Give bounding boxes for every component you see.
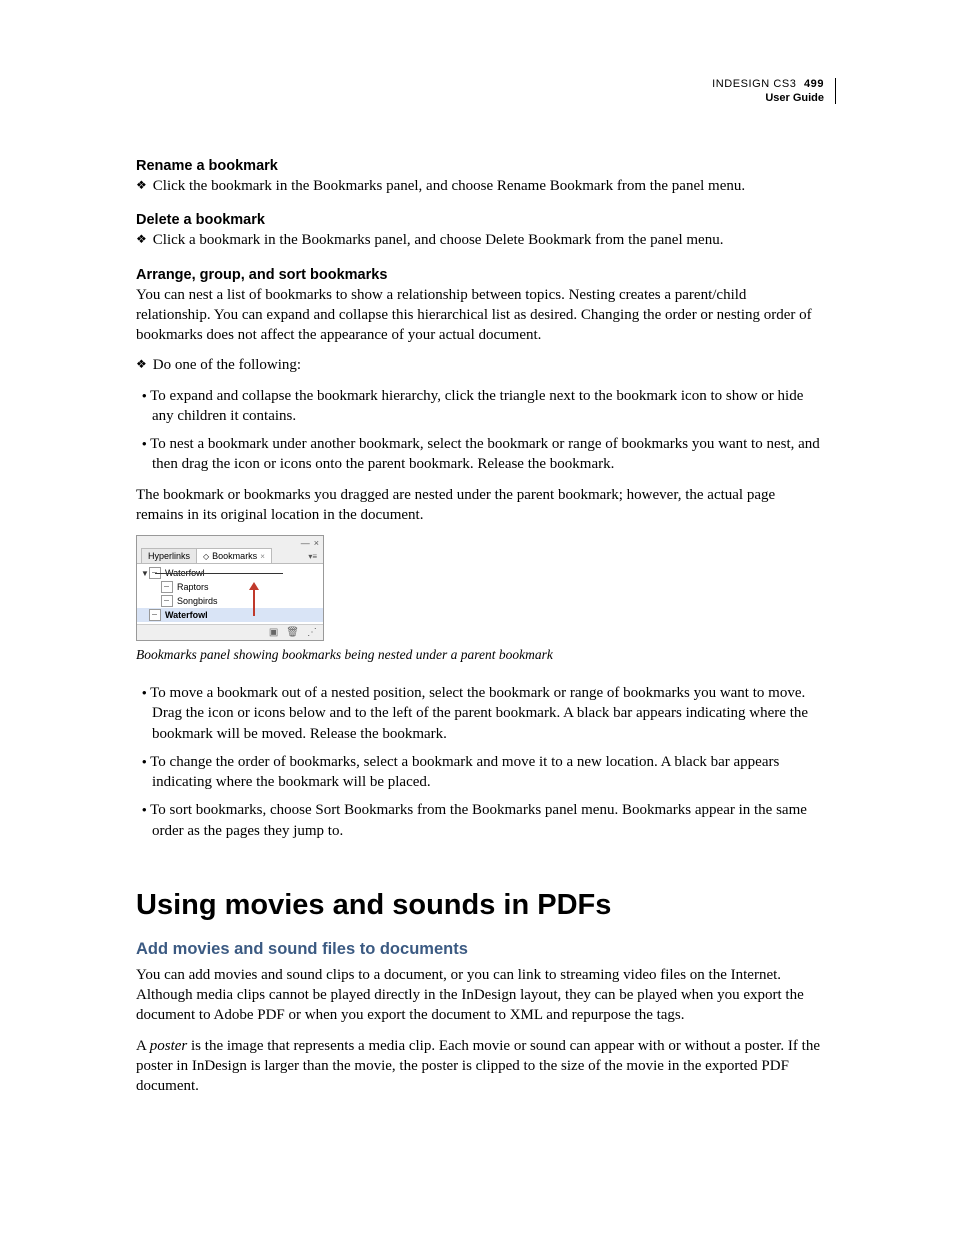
- movies-p2b: is the image that represents a media cli…: [136, 1038, 820, 1095]
- panel-resize-icon: ⋰: [307, 627, 317, 638]
- drag-indicator-line: [155, 573, 283, 574]
- bookmark-label: Songbirds: [177, 596, 218, 606]
- arrange-bullets-a: To expand and collapse the bookmark hier…: [136, 386, 824, 475]
- heading-delete-bookmark: Delete a bookmark: [136, 212, 824, 228]
- tab-bookmarks: ◇ Bookmarks ×: [196, 548, 272, 563]
- close-icon: ×: [314, 538, 319, 548]
- figure-caption: Bookmarks panel showing bookmarks being …: [136, 647, 824, 663]
- bookmark-row-parent: ▼ Waterfowl: [137, 566, 323, 580]
- page-content: Rename a bookmark ❖ Click the bookmark in…: [136, 158, 824, 1096]
- disclosure-triangle-icon: ▼: [141, 569, 149, 578]
- figure-bookmarks-panel: — × Hyperlinks ◇ Bookmarks × ▾≡ ▼: [136, 535, 324, 641]
- panel-body: ▼ Waterfowl Raptors Songbirds Waterfowl: [137, 564, 323, 624]
- bookmark-icon: [149, 609, 161, 621]
- delete-bookmark-icon: 🗑: [286, 627, 299, 638]
- header-subtitle: User Guide: [712, 92, 824, 106]
- page-number: 499: [804, 78, 824, 90]
- list-item: To change the order of bookmarks, select…: [136, 752, 824, 793]
- page: INDESIGN CS3 499 User Guide Rename a boo…: [0, 0, 954, 1235]
- tab-link-icon: ◇: [203, 552, 209, 561]
- subheading-add-movies: Add movies and sound files to documents: [136, 940, 824, 959]
- arrange-intro: You can nest a list of bookmarks to show…: [136, 285, 824, 346]
- movies-p2a: A: [136, 1038, 150, 1054]
- running-header: INDESIGN CS3 499 User Guide: [712, 78, 824, 106]
- list-item: To nest a bookmark under another bookmar…: [136, 434, 824, 475]
- bookmark-icon: [161, 581, 173, 593]
- step-delete-text: Click a bookmark in the Bookmarks panel,…: [153, 232, 724, 248]
- tab-hyperlinks-label: Hyperlinks: [148, 551, 190, 561]
- list-item: To move a bookmark out of a nested posit…: [136, 683, 824, 744]
- diamond-bullet-icon: ❖: [136, 178, 147, 192]
- panel-window-controls: — ×: [137, 536, 323, 548]
- product-name: INDESIGN CS3: [712, 78, 796, 90]
- new-bookmark-icon: ▣: [269, 627, 278, 638]
- bookmark-row-child: Songbirds: [137, 594, 323, 608]
- tab-close-icon: ×: [260, 552, 265, 561]
- movies-p1: You can add movies and sound clips to a …: [136, 965, 824, 1026]
- heading-arrange-bookmarks: Arrange, group, and sort bookmarks: [136, 267, 824, 283]
- bookmark-row-child: Raptors: [137, 580, 323, 594]
- step-rename-text: Click the bookmark in the Bookmarks pane…: [153, 178, 745, 194]
- do-one-text: Do one of the following:: [153, 357, 301, 373]
- panel-tabs: Hyperlinks ◇ Bookmarks × ▾≡: [137, 548, 323, 564]
- diamond-bullet-icon: ❖: [136, 232, 147, 246]
- bookmark-row-selected: Waterfowl: [137, 608, 323, 622]
- minimize-icon: —: [301, 538, 310, 548]
- bookmark-label: Raptors: [177, 582, 209, 592]
- list-item: To expand and collapse the bookmark hier…: [136, 386, 824, 427]
- arrange-bullets-b: To move a bookmark out of a nested posit…: [136, 683, 824, 841]
- step-rename: ❖ Click the bookmark in the Bookmarks pan…: [136, 176, 824, 196]
- header-divider: [835, 78, 836, 104]
- term-poster: poster: [150, 1038, 188, 1054]
- list-item: To sort bookmarks, choose Sort Bookmarks…: [136, 800, 824, 841]
- diamond-bullet-icon: ❖: [136, 357, 147, 371]
- do-one-line: ❖ Do one of the following:: [136, 355, 824, 375]
- arrange-after-a: The bookmark or bookmarks you dragged ar…: [136, 485, 824, 526]
- bookmark-icon: [161, 595, 173, 607]
- panel-menu-icon: ▾≡: [308, 552, 319, 563]
- panel-footer: ▣ 🗑 ⋰: [137, 624, 323, 640]
- drag-arrow-icon: [249, 582, 259, 618]
- tab-hyperlinks: Hyperlinks: [141, 548, 197, 563]
- tab-bookmarks-label: Bookmarks: [212, 551, 257, 561]
- bookmark-label: Waterfowl: [165, 610, 208, 620]
- heading-movies-sounds: Using movies and sounds in PDFs: [136, 889, 824, 922]
- heading-rename-bookmark: Rename a bookmark: [136, 158, 824, 174]
- movies-p2: A poster is the image that represents a …: [136, 1036, 824, 1097]
- step-delete: ❖ Click a bookmark in the Bookmarks panel…: [136, 230, 824, 250]
